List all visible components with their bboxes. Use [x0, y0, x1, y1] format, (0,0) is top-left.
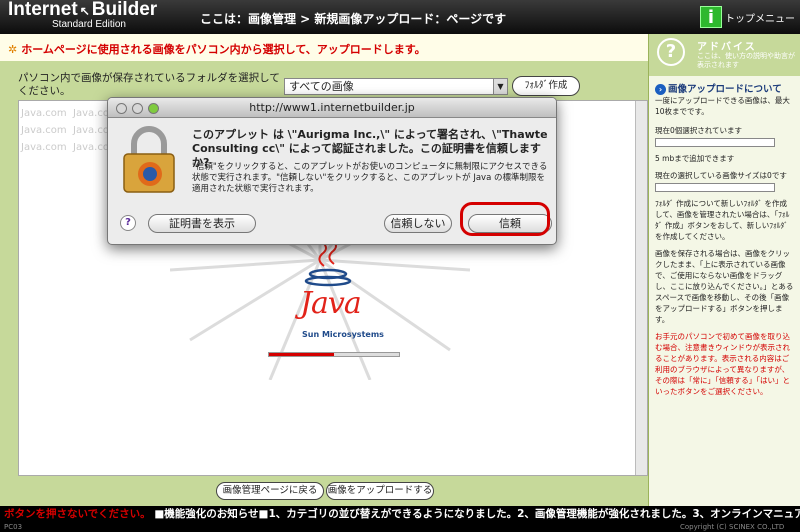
page-title: ここは：画像管理 > 新規画像アップロード：ページです: [200, 12, 507, 26]
copyright: Copyright (C) SCINEX CO.,LTD: [680, 523, 785, 531]
create-folder-button[interactable]: ﾌｫﾙﾀﾞ作成: [512, 76, 580, 96]
show-certificate-button[interactable]: 証明書を表示: [148, 214, 256, 233]
advice-section-label: 画像アップロードについて: [668, 84, 782, 95]
java-subtitle: Sun Microsystems: [302, 330, 384, 339]
add-limit-text: 5 mbまで追加できます: [655, 154, 735, 163]
current-images-text: 現在0個選択されています: [655, 126, 743, 135]
ticker-warning: ボタンを押さないでください。: [4, 508, 151, 520]
bottom-button-area: [0, 476, 648, 506]
java-cup-icon: [304, 239, 352, 287]
logo-text: Internet: [8, 0, 78, 20]
dialog-title: http://www1.internetbuilder.jp: [249, 101, 415, 114]
question-icon: ?: [657, 38, 685, 66]
trust-highlight-ring: [460, 202, 550, 236]
advice-body: › 画像アップロードについて 一度にアップロードできる画像は、最大10枚までです。…: [649, 76, 800, 401]
logo-text-2: Builder: [91, 0, 158, 20]
footer-left: PC03: [4, 523, 23, 531]
advice-section-title: › 画像アップロードについて: [655, 84, 794, 95]
chevron-down-icon[interactable]: ▼: [493, 79, 507, 94]
loading-progress: [268, 352, 400, 357]
footer: PC03 Copyright (C) SCINEX CO.,LTD: [0, 522, 800, 532]
advice-panel: ? アドバイス ここは、使い方の説明や助言が表示されます › 画像アップロードにつ…: [648, 34, 800, 506]
edition-label: Standard Edition: [52, 19, 126, 30]
size-text: 現在の選択している画像サイズは0です: [655, 171, 787, 180]
progress-fill: [269, 353, 334, 356]
info-icon: i: [700, 6, 722, 28]
back-button[interactable]: 画像管理ページに戻る: [216, 482, 324, 500]
header-bar: Internet ↖ Builder Standard Edition ここは：画像…: [0, 0, 800, 34]
folder-label: パソコン内で画像が保存されているフォルダを選択してください。: [18, 72, 280, 97]
arrow-right-icon: ›: [655, 84, 666, 95]
upload-button[interactable]: 画像をアップロードする: [326, 482, 434, 500]
images-count-bar: [655, 138, 775, 147]
size-bar: [655, 183, 775, 192]
folder-help-text: ﾌｫﾙﾀﾞ 作成について新しいﾌｫﾙﾀﾞ を作成して、画像を管理されたい場合は、…: [655, 199, 790, 241]
advice-description: ここは、使い方の説明や助言が表示されます: [697, 52, 795, 69]
dialog-titlebar[interactable]: http://www1.internetbuilder.jp: [108, 98, 556, 118]
warning-text: お手元のパソコンで初めて画像を取り込む場合、注意書きウィンドウが表示されることが…: [655, 332, 790, 396]
drag-help-text: 画像を保存される場合は、画像をクリックしたまま、「上に表示されている画像で、ご使…: [655, 249, 794, 324]
top-menu-label: トップメニュー: [725, 13, 795, 25]
app-logo[interactable]: Internet ↖ Builder: [8, 0, 157, 21]
minimize-icon[interactable]: [132, 103, 143, 114]
advice-title: アドバイス: [697, 42, 757, 53]
java-logo-text: Java: [300, 286, 362, 321]
cursor-icon: ↖: [79, 4, 90, 18]
notice-bar: ✲ ホームページに使用される画像をパソコン内から選択して、アップロードします。: [0, 34, 648, 62]
zoom-icon[interactable]: [148, 103, 159, 114]
advice-max-text: 一度にアップロードできる画像は、最大10枚までです。: [655, 96, 790, 116]
news-ticker: ボタンを押さないでください。 ■機能強化のお知らせ■1、カテゴリの並び替えができ…: [0, 506, 800, 522]
folder-select[interactable]: すべての画像 ▼: [284, 78, 508, 95]
deny-button[interactable]: 信頼しない: [384, 214, 452, 233]
top-menu-link[interactable]: i トップメニュー: [700, 6, 795, 28]
dialog-detail: "信頼"をクリックすると、このアプレットがお使いのコンピュータに無制限にアクセス…: [192, 162, 548, 194]
close-icon[interactable]: [116, 103, 127, 114]
gear-icon: ✲: [8, 43, 18, 56]
advice-header: ? アドバイス ここは、使い方の説明や助言が表示されます: [649, 34, 800, 76]
ticker-text: ■機能強化のお知らせ■1、カテゴリの並び替えができるようになりました。2、画像管…: [154, 508, 800, 520]
lock-icon: [123, 126, 175, 193]
help-button[interactable]: ?: [120, 215, 136, 231]
scrollbar[interactable]: [635, 101, 647, 475]
folder-selected-value: すべての画像: [289, 80, 354, 93]
notice-text: ホームページに使用される画像をパソコン内から選択して、アップロードします。: [21, 43, 426, 56]
